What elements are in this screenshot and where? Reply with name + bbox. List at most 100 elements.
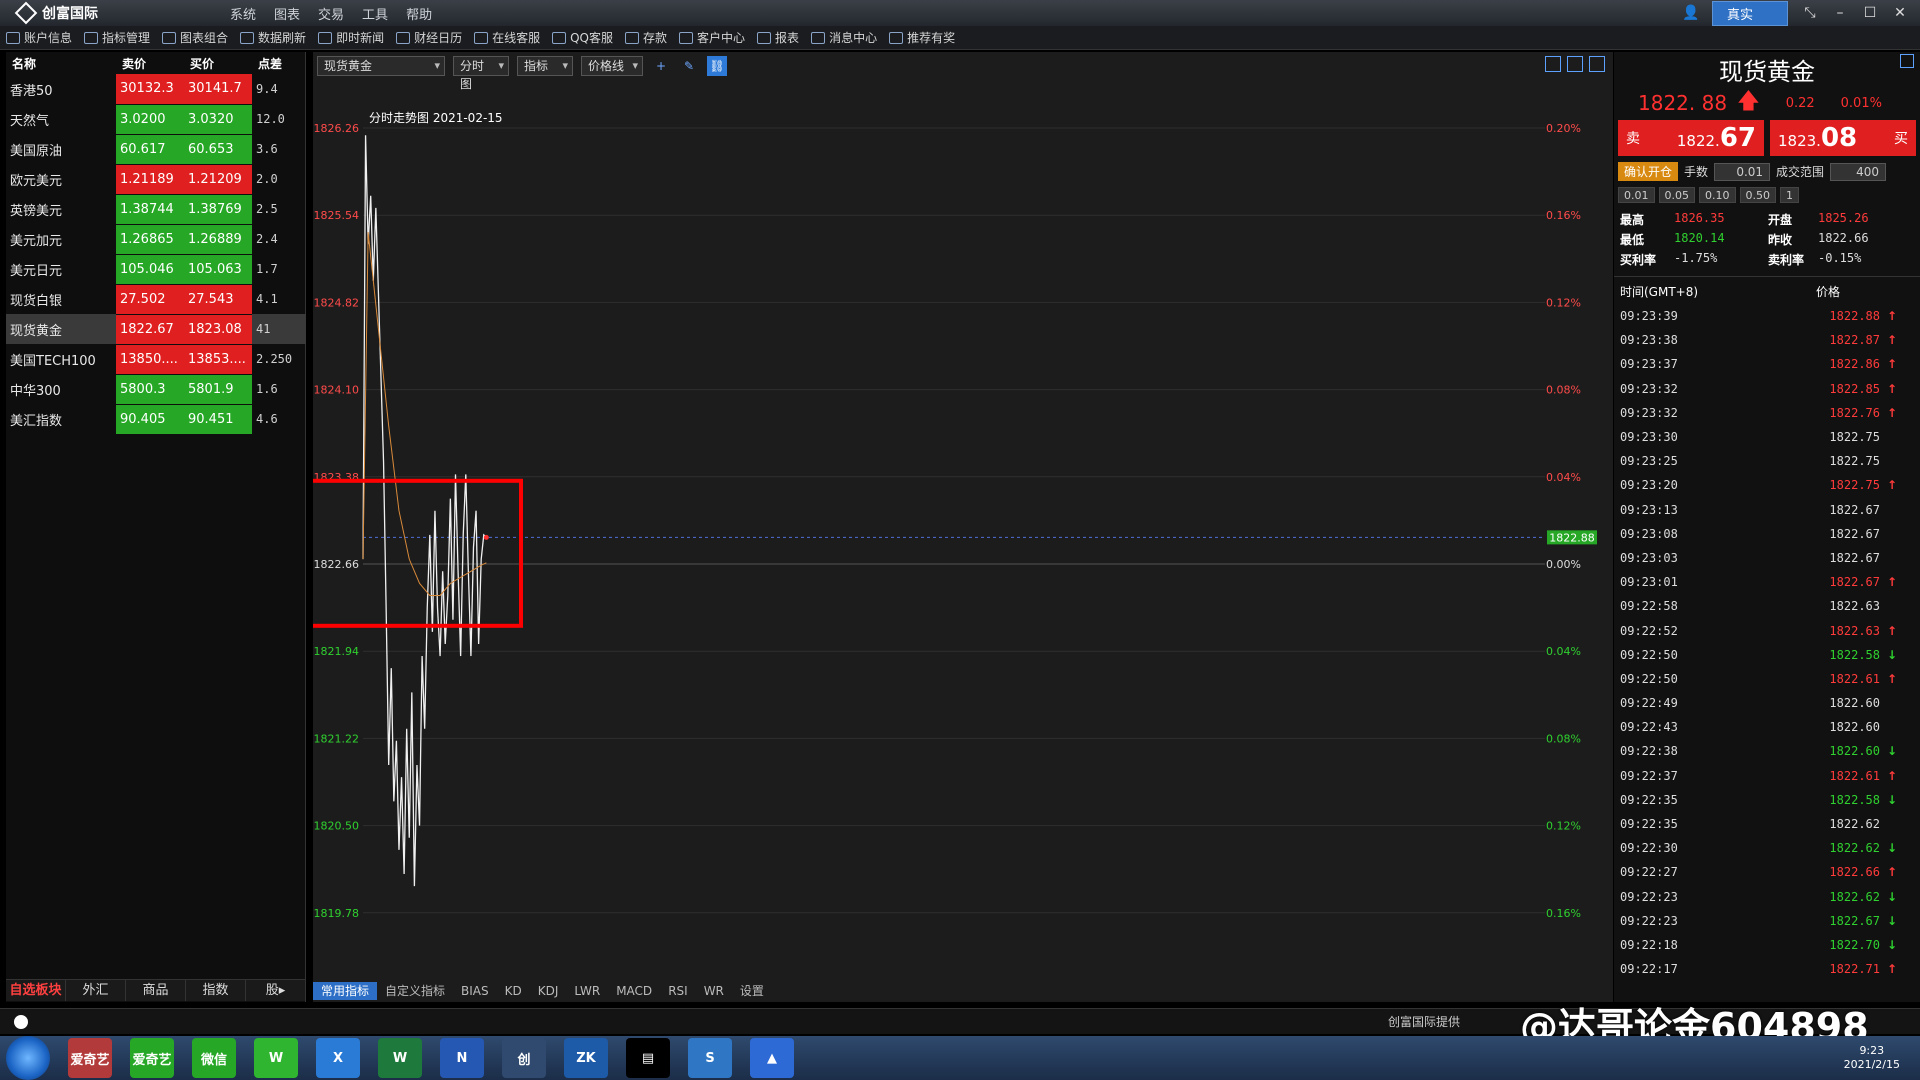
toolbar-account-info-button[interactable]: 账户信息 bbox=[6, 29, 72, 46]
watchlist-row[interactable]: 美元加元 1.26865 1.26889 2.4 bbox=[6, 224, 306, 255]
taskbar-sogou-icon[interactable]: S bbox=[688, 1038, 732, 1078]
indicator-tab[interactable]: KDJ bbox=[530, 982, 567, 1000]
toolbar-client-center-button[interactable]: 客户中心 bbox=[679, 29, 745, 46]
toolbar-data-refresh-button[interactable]: 数据刷新 bbox=[240, 29, 306, 46]
watchlist-row[interactable]: 中华300 5800.3 5801.9 1.6 bbox=[6, 374, 306, 405]
col-header-buy[interactable]: 买价 bbox=[184, 52, 252, 74]
watchlist-row[interactable]: 美元日元 105.046 105.063 1.7 bbox=[6, 254, 306, 285]
system-clock[interactable]: 9:23 2021/2/15 bbox=[1844, 1044, 1900, 1072]
restore-icon[interactable]: ⤡ bbox=[1802, 5, 1818, 21]
watchlist-row[interactable]: 英镑美元 1.38744 1.38769 2.5 bbox=[6, 194, 306, 225]
lot-stepper[interactable]: 0.01 bbox=[1714, 162, 1771, 181]
indicator-tab[interactable]: 自定义指标 bbox=[377, 982, 453, 1000]
watchlist-row[interactable]: 欧元美元 1.21189 1.21209 2.0 bbox=[6, 164, 306, 195]
toolbar-indicator-manage-button[interactable]: 指标管理 bbox=[84, 29, 150, 46]
indicator-tab[interactable]: WR bbox=[696, 982, 732, 1000]
watchlist-row[interactable]: 现货白银 27.502 27.543 4.1 bbox=[6, 284, 306, 315]
toolbar-label: 报表 bbox=[775, 31, 800, 45]
taskbar-chart-app-icon[interactable]: N bbox=[440, 1038, 484, 1078]
detach-icon[interactable] bbox=[1900, 54, 1914, 68]
indicator-tab[interactable]: MACD bbox=[608, 982, 660, 1000]
sell-button[interactable]: 卖 1822.67 bbox=[1618, 120, 1764, 156]
line-type-dropdown[interactable]: 价格线 bbox=[581, 56, 643, 76]
taskbar-trade-app-icon[interactable]: 创 bbox=[502, 1038, 546, 1078]
tab-commodities[interactable]: 商品 bbox=[126, 980, 186, 1001]
toolbar-qq-service-button[interactable]: QQ客服 bbox=[552, 29, 613, 46]
toolbar-report-button[interactable]: 报表 bbox=[757, 29, 799, 46]
tick-time: 09:22:17 bbox=[1620, 962, 1678, 977]
toolbar-message-center-button[interactable]: 消息中心 bbox=[811, 29, 877, 46]
maximize-icon[interactable]: ☐ bbox=[1862, 5, 1878, 21]
minimize-icon[interactable]: – bbox=[1832, 5, 1848, 21]
toolbar-chart-combo-button[interactable]: 图表组合 bbox=[162, 29, 228, 46]
taskbar-wechat-icon[interactable]: 微信 bbox=[192, 1038, 236, 1078]
watchlist-row[interactable]: 香港50 30132.3 30141.7 9.4 bbox=[6, 74, 306, 105]
tick-list[interactable]: 09:23:39 1822.88 ↑ 09:23:38 1822.87 ↑ 09:23:37… bbox=[1614, 304, 1920, 981]
menu-trade[interactable]: 交易 bbox=[318, 4, 344, 23]
taskbar-photo-app-icon[interactable]: ▲ bbox=[750, 1038, 794, 1078]
lot-preset-button[interactable]: 0.50 bbox=[1739, 187, 1776, 203]
menu-chart[interactable]: 图表 bbox=[274, 4, 300, 23]
confirm-open-button[interactable]: 确认开仓 bbox=[1618, 162, 1679, 181]
toolbar-referral-button[interactable]: 推荐有奖 bbox=[889, 29, 955, 46]
menu-tools[interactable]: 工具 bbox=[362, 4, 388, 23]
period-dropdown[interactable]: 分时图 bbox=[453, 56, 509, 91]
range-stepper[interactable]: 400 bbox=[1830, 162, 1887, 181]
deposit-icon bbox=[625, 31, 640, 44]
taskbar-window-app-icon[interactable]: ▤ bbox=[626, 1038, 670, 1078]
toolbar-label: 消息中心 bbox=[829, 31, 878, 45]
indicator-tab[interactable]: 设置 bbox=[732, 982, 772, 1000]
watchlist-row[interactable]: 美汇指数 90.405 90.451 4.6 bbox=[6, 404, 306, 435]
col-header-name[interactable]: 名称 bbox=[6, 52, 116, 74]
account-mode-dropdown[interactable]: 真实 bbox=[1712, 0, 1788, 26]
tick-price: 1822.67 bbox=[1829, 913, 1880, 928]
lot-preset-button[interactable]: 1 bbox=[1780, 187, 1799, 203]
expand-icon[interactable] bbox=[1589, 56, 1605, 72]
layout-right-icon[interactable] bbox=[1567, 56, 1583, 72]
indicator-tab[interactable]: 常用指标 bbox=[313, 982, 378, 1000]
watchlist-row[interactable]: 美国TECH100 13850.... 13853.... 2.250 bbox=[6, 344, 306, 375]
indicator-tab[interactable]: LWR bbox=[566, 982, 608, 1000]
symbol-dropdown[interactable]: 现货黄金 bbox=[317, 56, 445, 76]
buy-button[interactable]: 1823.08 买 bbox=[1770, 120, 1916, 156]
indicator-tab[interactable]: KD bbox=[497, 982, 530, 1000]
tab-favorites[interactable]: 自选板块 bbox=[6, 980, 66, 1001]
col-header-spread[interactable]: 点差 bbox=[252, 52, 306, 74]
taskbar-wps-writer-icon[interactable]: W bbox=[254, 1038, 298, 1078]
lot-preset-button[interactable]: 0.01 bbox=[1618, 187, 1655, 203]
indicator-dropdown[interactable]: 指标 bbox=[517, 56, 573, 76]
tab-indices[interactable]: 指数 bbox=[186, 980, 246, 1001]
pct-tick-label: 0.04% bbox=[1546, 471, 1581, 484]
tick-time: 09:23:37 bbox=[1620, 357, 1678, 372]
link-icon[interactable]: ⛓ bbox=[707, 56, 727, 76]
crosshair-icon[interactable]: + bbox=[651, 56, 671, 76]
lot-preset-button[interactable]: 0.05 bbox=[1658, 187, 1695, 203]
user-icon[interactable]: 👤 bbox=[1682, 5, 1699, 21]
taskbar-iqiyi-2-icon[interactable]: 爱奇艺 bbox=[130, 1038, 174, 1078]
intraday-chart[interactable]: 分时走势图 2021-02-15 1826.26 0.20% 1825.54 0.16%… bbox=[313, 80, 1613, 980]
close-icon[interactable]: ✕ bbox=[1892, 5, 1908, 21]
tab-stocks[interactable]: 股▸ bbox=[246, 980, 306, 1001]
lot-preset-button[interactable]: 0.10 bbox=[1699, 187, 1736, 203]
watchlist-row[interactable]: 天然气 3.0200 3.0320 12.0 bbox=[6, 104, 306, 135]
toolbar-deposit-button[interactable]: 存款 bbox=[625, 29, 667, 46]
taskbar-excel-icon[interactable]: X bbox=[316, 1038, 360, 1078]
tab-forex[interactable]: 外汇 bbox=[66, 980, 126, 1001]
col-header-sell[interactable]: 卖价 bbox=[116, 52, 184, 74]
watchlist-row[interactable]: 现货黄金 1822.67 1823.08 41 bbox=[6, 314, 306, 345]
layout-left-icon[interactable] bbox=[1545, 56, 1561, 72]
toolbar-online-service-button[interactable]: 在线客服 bbox=[474, 29, 540, 46]
indicator-tab[interactable]: RSI bbox=[660, 982, 696, 1000]
menu-help[interactable]: 帮助 bbox=[406, 4, 432, 23]
pencil-icon[interactable]: ✎ bbox=[679, 56, 699, 76]
taskbar-zk-app-icon[interactable]: ZK bbox=[564, 1038, 608, 1078]
watchlist-row[interactable]: 美国原油 60.617 60.653 3.6 bbox=[6, 134, 306, 165]
menu-system[interactable]: 系统 bbox=[230, 4, 256, 23]
toolbar-instant-news-button[interactable]: 即时新闻 bbox=[318, 29, 384, 46]
toolbar-finance-calendar-button[interactable]: 财经日历 bbox=[396, 29, 462, 46]
watchlist-name-cell: 美元加元 bbox=[10, 233, 63, 249]
start-button[interactable] bbox=[6, 1036, 50, 1080]
indicator-tab[interactable]: BIAS bbox=[453, 982, 497, 1000]
taskbar-word-icon[interactable]: W bbox=[378, 1038, 422, 1078]
taskbar-iqiyi-1-icon[interactable]: 爱奇艺 bbox=[68, 1038, 112, 1078]
